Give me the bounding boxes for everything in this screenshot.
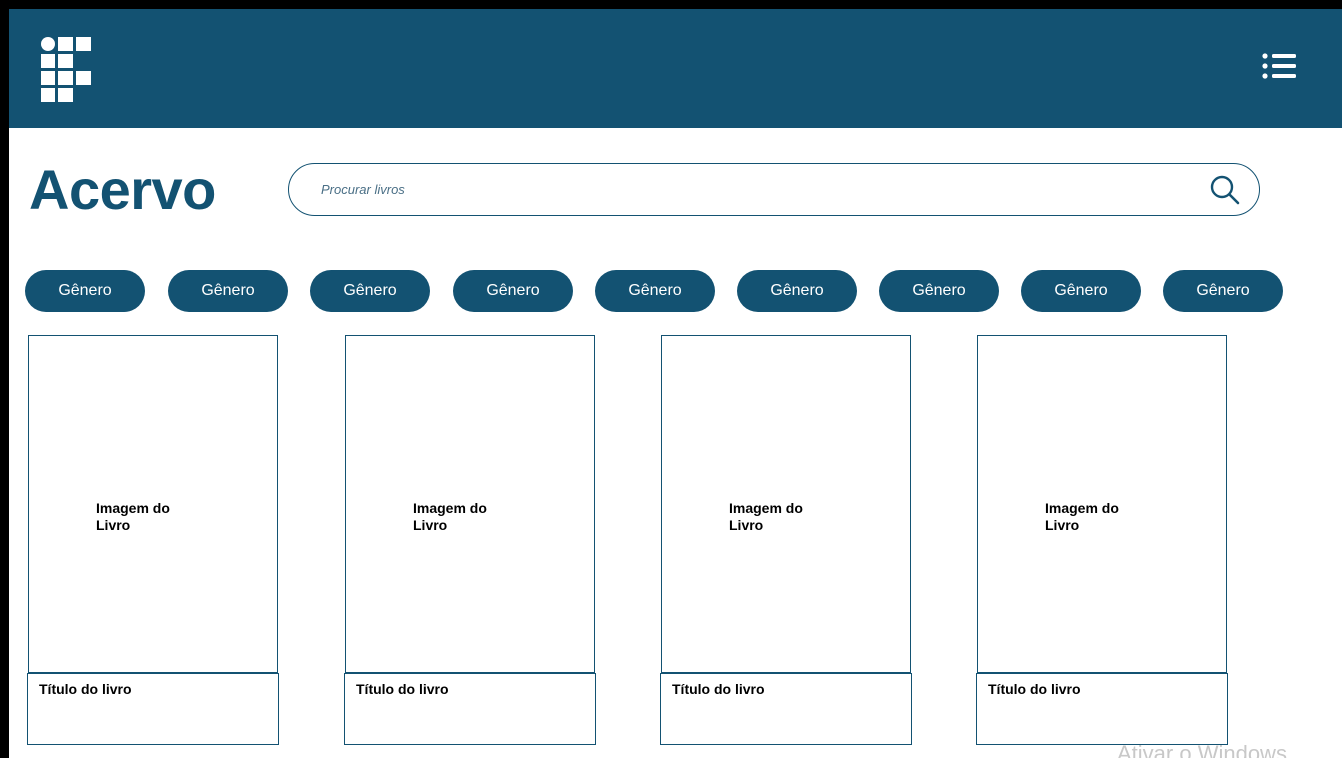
page-title: Acervo: [29, 158, 216, 221]
genre-filter-chip[interactable]: Gênero: [310, 270, 430, 312]
genre-filter-chip[interactable]: Gênero: [595, 270, 715, 312]
book-title-box[interactable]: Título do livro: [660, 673, 912, 745]
genre-filter-chip[interactable]: Gênero: [879, 270, 999, 312]
book-title: Título do livro: [356, 681, 449, 697]
book-title-box[interactable]: Título do livro: [344, 673, 596, 745]
top-bar: [9, 9, 1342, 128]
genre-filter-chip[interactable]: Gênero: [25, 270, 145, 312]
genre-filter-chip[interactable]: Gênero: [168, 270, 288, 312]
book-image-label: Imagem do Livro: [729, 500, 803, 533]
search-bar: [288, 163, 1260, 216]
book-card[interactable]: Imagem do Livro Título do livro: [976, 335, 1228, 745]
windows-activation-watermark: Ativar o Windows: [1117, 741, 1287, 758]
app-frame: Acervo Gênero Gênero Gênero Gênero Gêner…: [9, 9, 1342, 758]
book-title: Título do livro: [988, 681, 1081, 697]
book-cover-placeholder[interactable]: Imagem do Livro: [345, 335, 595, 673]
search-input[interactable]: [321, 176, 1181, 202]
institute-grid-logo[interactable]: [41, 37, 93, 103]
book-image-label: Imagem do Livro: [1045, 500, 1119, 533]
book-cover-placeholder[interactable]: Imagem do Livro: [28, 335, 278, 673]
book-title: Título do livro: [39, 681, 132, 697]
search-icon[interactable]: [1209, 174, 1241, 206]
genre-filter-chip[interactable]: Gênero: [1021, 270, 1141, 312]
book-image-label: Imagem do Livro: [413, 500, 487, 533]
book-cover-placeholder[interactable]: Imagem do Livro: [661, 335, 911, 673]
book-title: Título do livro: [672, 681, 765, 697]
list-menu-icon[interactable]: [1262, 52, 1296, 80]
genre-filter-chip[interactable]: Gênero: [1163, 270, 1283, 312]
genre-filter-chip[interactable]: Gênero: [453, 270, 573, 312]
book-card[interactable]: Imagem do Livro Título do livro: [660, 335, 912, 745]
book-cover-placeholder[interactable]: Imagem do Livro: [977, 335, 1227, 673]
book-card[interactable]: Imagem do Livro Título do livro: [344, 335, 596, 745]
book-title-box[interactable]: Título do livro: [976, 673, 1228, 745]
book-title-box[interactable]: Título do livro: [27, 673, 279, 745]
book-card[interactable]: Imagem do Livro Título do livro: [27, 335, 279, 745]
book-image-label: Imagem do Livro: [96, 500, 170, 533]
genre-filter-chip[interactable]: Gênero: [737, 270, 857, 312]
